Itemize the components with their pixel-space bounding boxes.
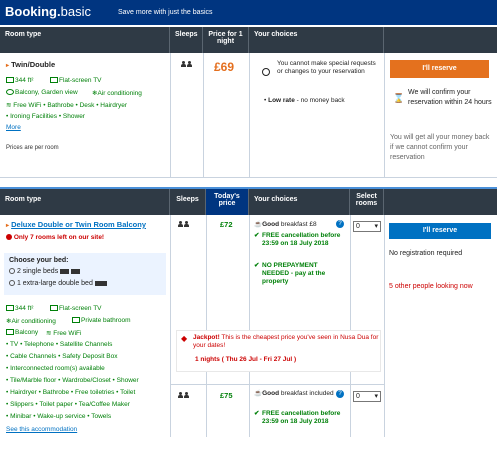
tv-icon [50, 305, 58, 312]
top-bar: Booking.basic Save more with just the ba… [0, 0, 497, 25]
caret-icon: ▸ [6, 63, 10, 69]
coffee-icon: ☕ [254, 390, 263, 397]
no-registration-text: No registration required [389, 250, 463, 257]
size-icon [6, 77, 14, 84]
tv-icon [50, 77, 58, 84]
brand-tagline: Save more with just the basics [118, 9, 213, 16]
others-looking-text: 5 other people looking now [389, 283, 473, 290]
cancel-row1: ✔ FREE cancellation before 23:59 on 18 Ju… [254, 232, 341, 247]
facility-balcony: Balcony, Garden view [6, 89, 78, 96]
single-bed-icon [71, 268, 81, 274]
reserve-button-2[interactable]: I'll reserve [389, 223, 491, 239]
facility-line-5: • Hairdryer • Bathrobe • Free toiletries… [6, 389, 136, 396]
header-room-type-2: Room type [0, 189, 170, 215]
see-accommodation-link[interactable]: See this accommodation [6, 426, 77, 433]
facility-balcony-2: Balcony [6, 329, 38, 336]
view-icon [6, 89, 14, 96]
header-empty [384, 27, 497, 53]
rooms-left-notice: Only 7 rooms left on our site! [6, 234, 104, 241]
wifi-icon: ≋ [46, 330, 52, 337]
facility-bathroom: Private bathroom [72, 317, 131, 324]
room-name-twin-double: ▸ Twin/Double [6, 60, 56, 69]
info-icon-row2[interactable]: ? [336, 390, 344, 398]
facility-size: 344 ft² [6, 77, 33, 84]
facility-line-2: • Cable Channels • Safety Deposit Box [6, 353, 118, 360]
breakfast-row2: ☕Good breakfast included [254, 390, 334, 397]
facility-line-4: • Tile/Marble floor • Wardrobe/Closet • … [6, 377, 139, 384]
header-empty-2 [384, 189, 497, 215]
facility-tv-2: Flat-screen TV [50, 305, 102, 312]
facility-line-3: • Interconnected room(s) available [6, 365, 105, 372]
refund-text: You will get all your money back if we c… [390, 134, 490, 161]
coffee-icon: ☕ [254, 221, 263, 228]
sleeps-icon-row1 [178, 221, 190, 229]
breakfast-row1: ☕Good breakfast £8 [254, 221, 317, 228]
info-icon-row1[interactable]: ? [336, 220, 344, 228]
facility-tv: Flat-screen TV [50, 77, 102, 84]
double-bed-icon [94, 280, 107, 286]
wifi-icon: ≋ [6, 102, 12, 109]
facility-ac-2: ❄Air conditioning [6, 318, 56, 325]
chevron-down-icon: ▾ [374, 223, 378, 230]
chevron-down-icon: ▾ [374, 393, 378, 400]
brand-logo[interactable]: Booking.basic [5, 4, 91, 19]
facility-size-2: 344 ft² [6, 305, 33, 312]
sleeps-icon-2 [181, 61, 193, 69]
header-today-price: Today's price [206, 189, 249, 215]
price-row2: £75 [220, 391, 233, 400]
bathroom-icon [72, 317, 80, 324]
facility-wifi-2: ≋ Free WiFi [46, 330, 82, 337]
price-twin-double: £69 [214, 60, 235, 74]
prepay-row1: ✔ NO PREPAYMENT NEEDED - pay at the prope… [254, 262, 326, 285]
header-price: Price for 1 night [203, 27, 249, 53]
single-bed-icon [60, 268, 70, 274]
price-row1: £72 [220, 220, 233, 229]
bed-option-single[interactable]: 2 single beds [9, 268, 81, 275]
no-changes-icon [262, 68, 270, 76]
facility-list-1: ≋ Free WiFi • Bathrobe • Desk • Hairdrye… [6, 102, 128, 109]
facility-line-7: • Minibar • Wake-up service • Towels [6, 413, 112, 420]
caret-icon: ▸ [6, 223, 10, 229]
select-rooms-row2[interactable]: 0 ▾ [353, 391, 381, 402]
facility-line-1: • TV • Telephone • Satellite Channels [6, 341, 113, 348]
header-room-type: Room type [0, 27, 170, 53]
choose-bed-label: Choose your bed: [9, 257, 69, 264]
header-select-rooms: Select rooms [350, 189, 384, 215]
header-sleeps: Sleeps [170, 27, 203, 53]
room-name-deluxe[interactable]: ▸ Deluxe Double or Twin Room Balcony [6, 220, 146, 229]
header-choices-2: Your choices [249, 189, 350, 215]
alert-icon [6, 234, 12, 241]
jackpot-banner: ◆ Jackpot! This is the cheapest price yo… [176, 330, 381, 372]
jackpot-text: Jackpot! This is the cheapest price you'… [193, 334, 379, 349]
radio-icon[interactable] [9, 268, 15, 275]
facility-ac: ❄Air conditioning [92, 90, 142, 97]
more-link[interactable]: More [6, 124, 21, 131]
balcony-icon [6, 329, 14, 336]
size-icon [6, 305, 14, 312]
bed-choice-box: Choose your bed: 2 single beds 1 extra-l… [4, 253, 166, 295]
reserve-button[interactable]: I'll reserve [390, 60, 489, 78]
facility-line-6: • Slippers • Toilet paper • Tea/Coffee M… [6, 401, 130, 408]
radio-icon[interactable] [9, 280, 15, 287]
facility-list-2: • Ironing Facilities • Shower [6, 113, 85, 120]
cancel-row2: ✔ FREE cancellation before 23:59 on 18 Ju… [254, 410, 341, 425]
sleeps-icon-row2 [178, 392, 190, 400]
confirm-text: We will confirm your reservation within … [408, 89, 492, 106]
table2-header: Room type Sleeps Today's price Your choi… [0, 187, 497, 215]
nights-text: 1 nights ( Thu 26 Jul - Fri 27 Jul ) [195, 356, 297, 363]
header-choices: Your choices [249, 27, 384, 53]
choice-no-special: You cannot make special requests or chan… [277, 60, 376, 75]
hourglass-icon: ⌛ [393, 93, 405, 103]
tag-icon: ◆ [181, 334, 188, 343]
table1-header: Room type Sleeps Price for 1 night Your … [0, 27, 497, 53]
prices-note: Prices are per room [6, 145, 59, 151]
header-sleeps-2: Sleeps [170, 189, 206, 215]
choice-low-rate: • Low rate - no money back [264, 97, 345, 104]
select-rooms-row1[interactable]: 0 ▾ [353, 221, 381, 232]
bed-option-double[interactable]: 1 extra-large double bed [9, 280, 107, 287]
